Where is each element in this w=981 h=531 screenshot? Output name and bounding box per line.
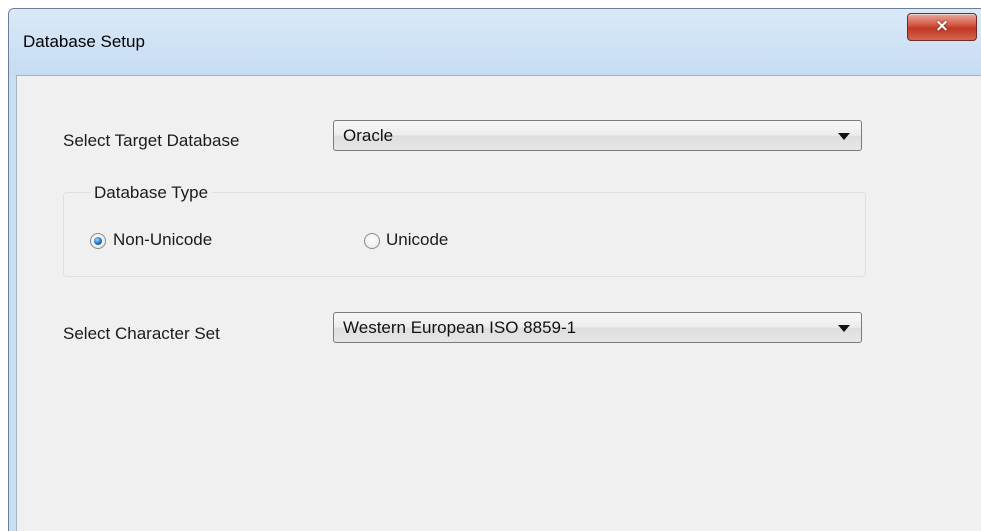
close-icon: × bbox=[934, 16, 950, 36]
unicode-label[interactable]: Unicode bbox=[386, 230, 448, 250]
database-setup-window: Database Setup × Select Target Database … bbox=[8, 8, 981, 531]
title-bar[interactable]: Database Setup × bbox=[9, 9, 981, 75]
dialog-body: Select Target Database Oracle Database T… bbox=[16, 75, 981, 531]
target-database-dropdown[interactable]: Oracle bbox=[333, 120, 862, 151]
chevron-down-icon bbox=[838, 133, 850, 140]
close-button[interactable]: × bbox=[907, 13, 977, 41]
character-set-dropdown[interactable]: Western European ISO 8859-1 bbox=[333, 312, 862, 343]
target-database-label: Select Target Database bbox=[63, 131, 240, 150]
radio-selected-dot bbox=[94, 237, 102, 245]
non-unicode-radio[interactable] bbox=[90, 233, 106, 249]
character-set-value: Western European ISO 8859-1 bbox=[343, 318, 577, 337]
target-database-value: Oracle bbox=[343, 126, 394, 145]
unicode-radio[interactable] bbox=[364, 233, 380, 249]
non-unicode-label[interactable]: Non-Unicode bbox=[113, 230, 212, 250]
window-title: Database Setup bbox=[23, 32, 145, 51]
character-set-label: Select Character Set bbox=[63, 324, 220, 343]
chevron-down-icon bbox=[838, 325, 850, 332]
database-type-legend: Database Type bbox=[90, 183, 213, 203]
